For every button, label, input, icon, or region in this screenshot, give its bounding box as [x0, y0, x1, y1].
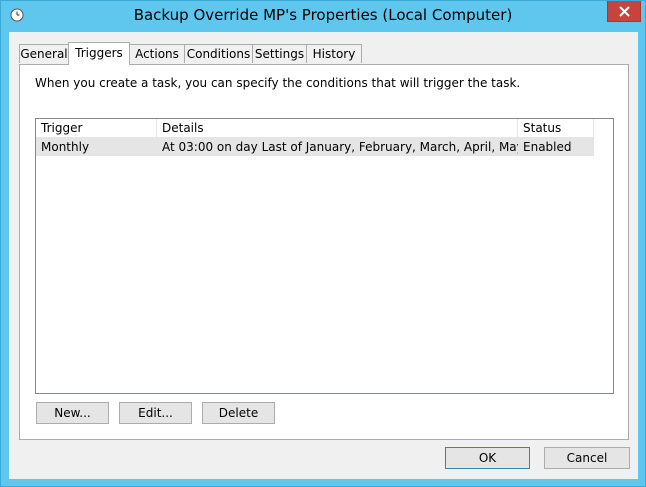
tab-settings[interactable]: Settings: [252, 44, 307, 63]
tab-actions[interactable]: Actions: [129, 44, 185, 63]
column-header-trigger[interactable]: Trigger: [36, 119, 157, 138]
column-header-status[interactable]: Status: [518, 119, 594, 138]
tab-general[interactable]: General: [19, 44, 69, 63]
title-bar[interactable]: Backup Override MP's Properties (Local C…: [1, 1, 645, 31]
close-icon: [619, 6, 630, 17]
column-header-details[interactable]: Details: [157, 119, 518, 138]
tab-history[interactable]: History: [306, 44, 362, 63]
tab-triggers[interactable]: Triggers: [68, 42, 130, 65]
table-row[interactable]: Monthly At 03:00 on day Last of January,…: [36, 138, 594, 156]
cell-status: Enabled: [523, 140, 572, 154]
triggers-list[interactable]: Trigger Details Status Monthly At 03:00 …: [35, 118, 614, 394]
edit-trigger-button[interactable]: Edit...: [119, 402, 192, 424]
properties-window: Backup Override MP's Properties (Local C…: [0, 0, 646, 487]
cancel-button[interactable]: Cancel: [544, 447, 630, 469]
tab-conditions[interactable]: Conditions: [184, 44, 253, 63]
dialog-client-area: General Triggers Actions Conditions Sett…: [9, 32, 638, 479]
cell-trigger: Monthly: [41, 140, 90, 154]
triggers-panel: When you create a task, you can specify …: [19, 64, 629, 440]
ok-button[interactable]: OK: [445, 447, 530, 469]
triggers-description: When you create a task, you can specify …: [35, 76, 521, 90]
new-trigger-button[interactable]: New...: [36, 402, 109, 424]
cell-details: At 03:00 on day Last of January, Februar…: [162, 140, 518, 154]
window-title: Backup Override MP's Properties (Local C…: [133, 6, 513, 24]
delete-trigger-button[interactable]: Delete: [202, 402, 275, 424]
close-button[interactable]: [607, 1, 641, 22]
list-header: Trigger Details Status: [36, 119, 594, 138]
